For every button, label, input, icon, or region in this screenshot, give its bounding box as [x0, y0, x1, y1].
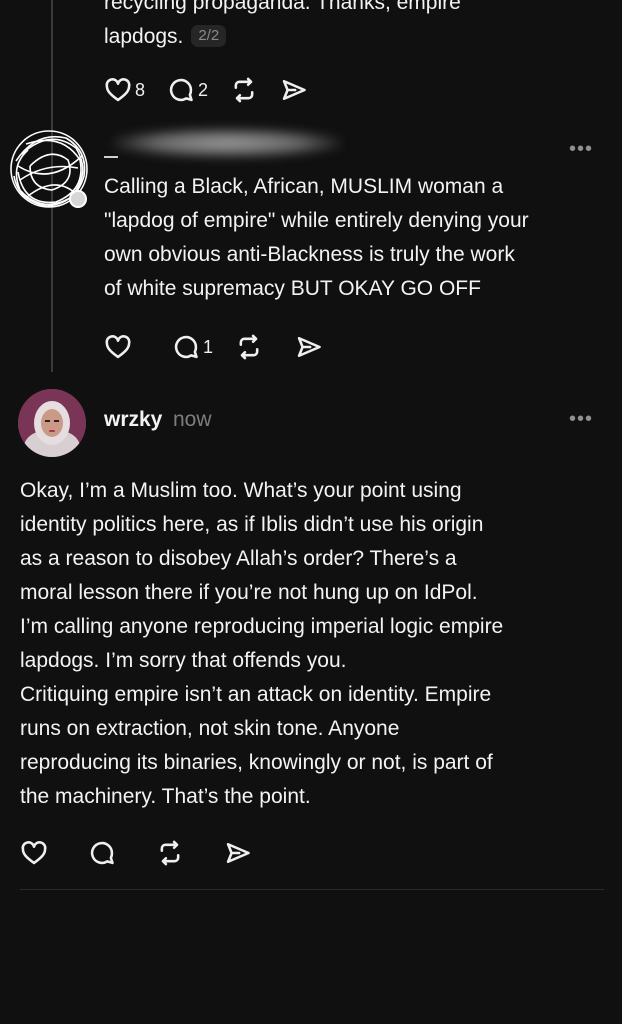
share-button[interactable]	[224, 839, 252, 867]
repost-button[interactable]	[156, 839, 184, 867]
repost-button[interactable]	[230, 76, 258, 104]
post-text-line: reproducing its binaries, knowingly or n…	[20, 751, 493, 774]
repost-button[interactable]	[235, 333, 263, 361]
comment-icon	[174, 335, 198, 359]
like-button[interactable]	[104, 333, 132, 361]
like-button[interactable]	[20, 839, 48, 867]
timestamp: now	[173, 408, 212, 431]
post-body-reply: Calling a Black, African, MUSLIM woman a…	[104, 170, 604, 306]
action-bar: 1	[104, 333, 345, 361]
action-bar	[20, 839, 274, 867]
repost-icon	[234, 77, 254, 103]
post-text-line: of white supremacy BUT OKAY GO OFF	[104, 277, 481, 300]
post-text-line: recycling propaganda. Thanks, empire	[104, 0, 461, 14]
post-text-line: as a reason to disobey Allah’s order? Th…	[20, 547, 457, 570]
username[interactable]: wrzky	[104, 408, 162, 432]
post-text-line: the machinery. That’s the point.	[20, 785, 311, 808]
divider	[20, 889, 604, 890]
post-text-line: identity politics here, as if Iblis didn…	[20, 513, 484, 536]
avatar-scribbled	[10, 130, 88, 208]
repost-icon	[239, 334, 259, 360]
send-icon	[226, 842, 250, 864]
repost-icon	[160, 840, 180, 866]
avatar[interactable]	[18, 389, 86, 457]
more-options-button[interactable]: •••	[569, 408, 593, 431]
send-icon	[282, 79, 306, 101]
share-button[interactable]	[280, 76, 308, 104]
reply-count: 2	[198, 79, 209, 100]
avatar-image	[18, 389, 86, 457]
post-text-line: own obvious anti-Blackness is truly the …	[104, 243, 515, 266]
post-text-line: I’m calling anyone reproducing imperial …	[20, 615, 504, 638]
like-count: 8	[135, 79, 146, 100]
post-text-line: "lapdog of empire" while entirely denyin…	[104, 209, 529, 232]
more-options-button[interactable]: •••	[569, 138, 593, 161]
post-text-line: lapdogs.	[104, 25, 184, 48]
post-text-line: moral lesson there if you’re not hung up…	[20, 581, 478, 604]
post-text-line: Calling a Black, African, MUSLIM woman a	[104, 175, 504, 198]
heart-icon	[105, 78, 131, 102]
post-text-line: Critiquing empire isn’t an attack on ide…	[20, 683, 492, 706]
send-icon	[297, 336, 321, 358]
redacted-mark	[104, 156, 118, 158]
reply-count: 1	[203, 336, 214, 357]
reply-button[interactable]	[88, 839, 116, 867]
like-button[interactable]: 8	[104, 76, 145, 104]
heart-icon	[21, 841, 47, 865]
post-body-main: Okay, I’m a Muslim too. What’s your poin…	[20, 474, 610, 814]
page-indicator: 2/2	[191, 25, 227, 47]
reply-button[interactable]: 2	[167, 76, 208, 104]
heart-icon	[105, 335, 131, 359]
post-body-top: recycling propaganda. Thanks, empire lap…	[104, 0, 604, 54]
reply-button[interactable]: 1	[172, 333, 213, 361]
post-text-line: lapdogs. I’m sorry that offends you.	[20, 649, 347, 672]
post-text-line: runs on extraction, not skin tone. Anyon…	[20, 717, 400, 740]
redacted-username	[112, 128, 342, 158]
share-button[interactable]	[295, 333, 323, 361]
comment-icon	[169, 78, 193, 102]
post-text-line: Okay, I’m a Muslim too. What’s your poin…	[20, 479, 462, 502]
comment-icon	[90, 841, 114, 865]
action-bar: 8 2	[104, 76, 330, 104]
